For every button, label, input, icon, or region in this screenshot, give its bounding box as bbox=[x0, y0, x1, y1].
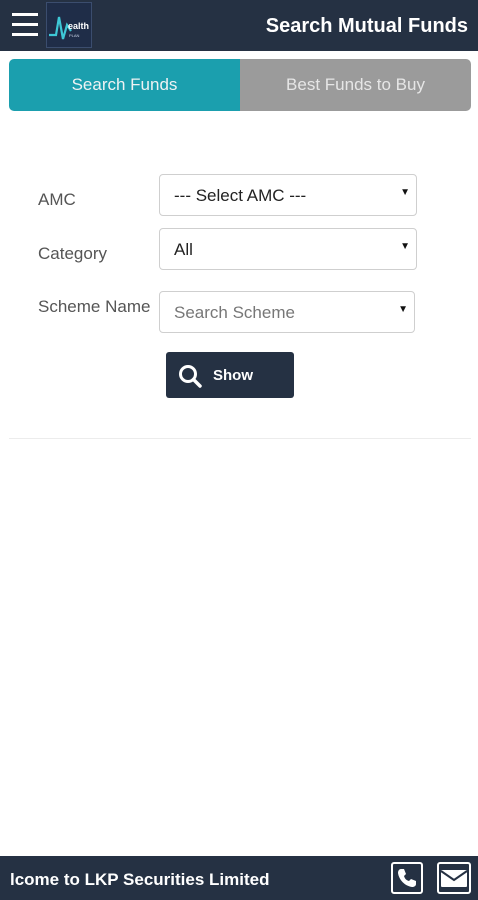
phone-button[interactable] bbox=[391, 862, 423, 894]
mail-button[interactable] bbox=[437, 862, 471, 894]
welcome-marquee: lcome to LKP Securities Limited bbox=[10, 870, 270, 889]
chevron-down-icon: ▼ bbox=[400, 187, 410, 198]
scheme-name-label: Scheme Name bbox=[38, 297, 151, 316]
chevron-down-icon: ▼ bbox=[400, 241, 410, 252]
scheme-search-select[interactable]: Search Scheme ▼ bbox=[159, 291, 415, 333]
tab-bar: Search Funds Best Funds to Buy bbox=[9, 59, 471, 111]
svg-text:ealth: ealth bbox=[68, 21, 89, 31]
search-icon bbox=[179, 365, 202, 388]
chevron-down-icon: ▼ bbox=[398, 304, 408, 315]
amc-select-value: --- Select AMC --- bbox=[174, 186, 307, 205]
category-select[interactable]: All ▼ bbox=[159, 228, 417, 270]
amc-label: AMC bbox=[38, 190, 76, 209]
amc-select[interactable]: --- Select AMC --- ▼ bbox=[159, 174, 417, 216]
svg-text:PLAN: PLAN bbox=[69, 33, 80, 38]
tab-search-funds[interactable]: Search Funds bbox=[9, 59, 240, 111]
divider bbox=[9, 438, 471, 439]
show-button[interactable]: Show bbox=[166, 352, 294, 398]
phone-icon bbox=[398, 869, 416, 887]
app-logo[interactable]: ealth PLAN bbox=[46, 2, 92, 48]
page-title: Search Mutual Funds bbox=[265, 15, 468, 37]
logo-graphic: ealth PLAN bbox=[49, 16, 89, 40]
scheme-search-placeholder: Search Scheme bbox=[174, 303, 295, 322]
top-app-bar: ealth PLAN Search Mutual Funds bbox=[0, 0, 478, 51]
category-label: Category bbox=[38, 244, 107, 263]
mail-icon bbox=[440, 870, 468, 887]
category-select-value: All bbox=[174, 240, 193, 259]
show-button-label: Show bbox=[213, 367, 253, 384]
menu-icon[interactable] bbox=[12, 11, 38, 39]
tab-best-funds-to-buy[interactable]: Best Funds to Buy bbox=[240, 59, 471, 111]
footer-bar: lcome to LKP Securities Limited bbox=[0, 856, 478, 900]
